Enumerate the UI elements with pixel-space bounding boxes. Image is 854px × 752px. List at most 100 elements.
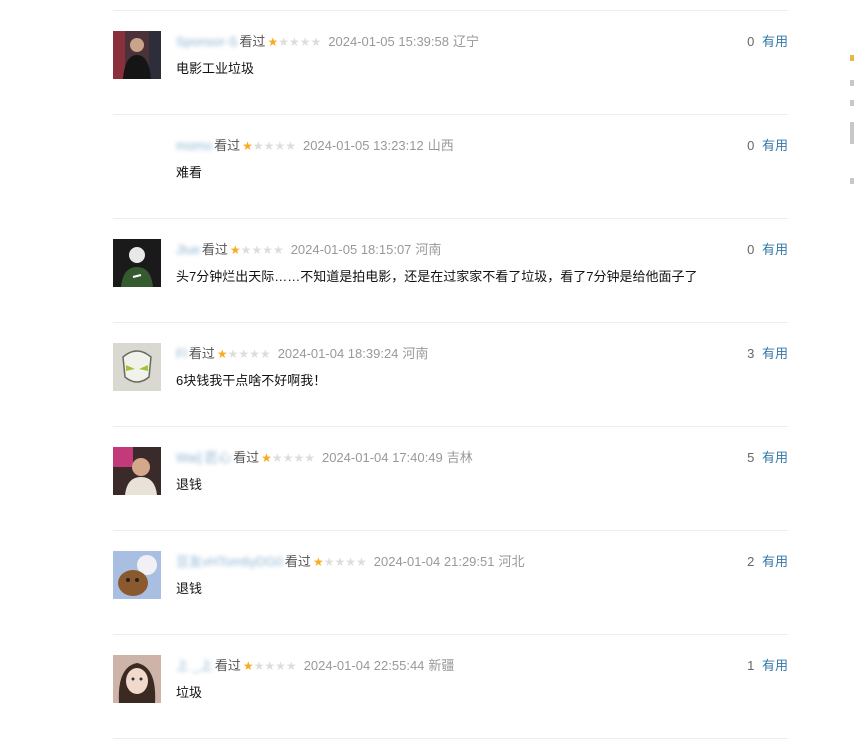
useful-vote-button[interactable]: 有用 <box>762 450 788 465</box>
comment-location: 新疆 <box>428 658 455 673</box>
vote-count: 1 <box>747 658 755 673</box>
comment-info: 豆友vHTom6yDG0 看过 ★ ★ ★ ★ ★ 2024-01-04 21:… <box>176 554 525 570</box>
username-link[interactable]: Jlue <box>176 242 200 258</box>
rating-stars: ★ ★ ★ ★ ★ <box>267 36 321 48</box>
comment-time: 2024-01-05 15:39:58 <box>328 34 449 49</box>
avatar[interactable] <box>113 31 161 79</box>
watch-status: 看过 <box>188 346 215 361</box>
comment-time: 2024-01-04 17:40:49 <box>321 450 443 465</box>
username-link[interactable]: Wai] 匠心 <box>176 450 231 466</box>
star-empty-icon: ★ <box>264 659 276 673</box>
avatar[interactable] <box>113 655 161 703</box>
avatar[interactable] <box>113 447 161 495</box>
comment-time: 2024-01-04 22:55:44 <box>303 658 425 673</box>
comment-text: 电影工业垃圾 <box>176 61 255 76</box>
comment-text: 退钱 <box>176 477 203 492</box>
rating-stars: ★ ★ ★ ★ ★ <box>243 660 297 672</box>
watch-status: 看过 <box>284 554 311 569</box>
star-empty-icon: ★ <box>275 659 286 673</box>
comment-info: Wai] 匠心 看过 ★ ★ ★ ★ ★ 2024-01-04 17:40:49… <box>176 450 473 466</box>
star-empty-icon: ★ <box>356 555 367 569</box>
watch-status: 看过 <box>214 658 241 673</box>
comment-item: momo 看过 ★ ★ ★ ★ ★ 2024-01-05 13:23:12 山西… <box>113 115 788 219</box>
comment-info: Jlue 看过 ★ ★ ★ ★ ★ 2024-01-05 18:15:07 河南 <box>176 242 441 258</box>
watch-status: 看过 <box>214 138 241 153</box>
comment-time: 2024-01-05 18:15:07 <box>290 242 412 257</box>
comment-text: 退钱 <box>176 581 203 596</box>
star-filled-icon: ★ <box>242 139 253 153</box>
star-empty-icon: ★ <box>253 659 265 673</box>
comment-info: momo 看过 ★ ★ ★ ★ ★ 2024-01-05 13:23:12 山西 <box>176 138 454 154</box>
comment-time: 2024-01-04 18:39:24 <box>277 346 399 361</box>
username-link[interactable]: momo <box>176 138 212 154</box>
useful-vote: 0 有用 <box>747 138 788 154</box>
useful-vote-button[interactable]: 有用 <box>762 658 788 673</box>
star-empty-icon: ★ <box>252 139 264 153</box>
star-empty-icon: ★ <box>249 347 260 361</box>
comment-text: 垃圾 <box>176 685 203 700</box>
star-empty-icon: ★ <box>285 659 297 673</box>
avatar[interactable] <box>113 551 161 599</box>
sidebar-edge-fragment <box>850 178 854 184</box>
comment-time: 2024-01-04 21:29:51 <box>373 554 495 569</box>
comment-text: 难看 <box>176 165 203 180</box>
sidebar-edge-fragment <box>850 80 854 86</box>
vote-count: 0 <box>747 34 755 49</box>
sidebar-edge-fragment <box>850 55 854 61</box>
username-link[interactable]: 上 _上 <box>176 658 213 674</box>
star-empty-icon: ★ <box>263 139 275 153</box>
username-link[interactable]: 豆友vHTom6yDG0 <box>176 554 283 570</box>
star-empty-icon: ★ <box>310 35 322 49</box>
watch-status: 看过 <box>233 450 260 465</box>
star-empty-icon: ★ <box>323 555 335 569</box>
star-empty-icon: ★ <box>240 243 252 257</box>
star-empty-icon: ★ <box>299 35 311 49</box>
vote-count: 3 <box>747 346 755 361</box>
star-empty-icon: ★ <box>251 243 263 257</box>
comment-item: 上 _上 看过 ★ ★ ★ ★ ★ 2024-01-04 22:55:44 新疆… <box>113 635 788 739</box>
star-empty-icon: ★ <box>278 35 289 49</box>
star-empty-icon: ★ <box>345 555 356 569</box>
useful-vote-button[interactable]: 有用 <box>762 554 788 569</box>
star-filled-icon: ★ <box>229 243 241 257</box>
star-empty-icon: ★ <box>288 35 300 49</box>
vote-count: 0 <box>747 138 755 153</box>
comment-item: 豆友vHTom6yDG0 看过 ★ ★ ★ ★ ★ 2024-01-04 21:… <box>113 531 788 635</box>
comment-text: 6块钱我干点啥不好啊我！ <box>176 373 327 388</box>
watch-status: 看过 <box>239 34 266 49</box>
useful-vote-button[interactable]: 有用 <box>762 242 788 257</box>
comment-location: 山西 <box>427 138 454 153</box>
useful-vote-button[interactable]: 有用 <box>762 34 788 49</box>
vote-count: 2 <box>747 554 755 569</box>
comment-location: 河北 <box>498 554 525 569</box>
star-empty-icon: ★ <box>262 243 273 257</box>
comment-item: Fl 看过 ★ ★ ★ ★ ★ 2024-01-04 18:39:24 河南 3… <box>113 323 788 427</box>
comment-info: Sponsor-S 看过 ★ ★ ★ ★ ★ 2024-01-05 15:39:… <box>176 34 479 50</box>
comment-text: 头7分钟烂出天际……不知道是拍电影，还是在过家家不看了垃圾，看了7分钟是给他面子… <box>176 269 698 284</box>
comment-info: Fl 看过 ★ ★ ★ ★ ★ 2024-01-04 18:39:24 河南 <box>176 346 428 362</box>
sidebar-edge-fragment <box>850 122 854 144</box>
rating-stars: ★ ★ ★ ★ ★ <box>313 556 367 568</box>
comment-item: Sponsor-S 看过 ★ ★ ★ ★ ★ 2024-01-05 15:39:… <box>113 11 788 115</box>
star-empty-icon: ★ <box>259 347 271 361</box>
comment-time: 2024-01-05 13:23:12 <box>302 138 424 153</box>
star-empty-icon: ★ <box>334 555 346 569</box>
rating-stars: ★ ★ ★ ★ ★ <box>261 452 315 464</box>
comment-list: Sponsor-S 看过 ★ ★ ★ ★ ★ 2024-01-05 15:39:… <box>113 10 788 739</box>
star-empty-icon: ★ <box>274 139 286 153</box>
username-link[interactable]: Sponsor-S <box>176 34 237 50</box>
useful-vote-button[interactable]: 有用 <box>762 346 788 361</box>
username-link[interactable]: Fl <box>176 346 187 362</box>
useful-vote: 5 有用 <box>747 450 788 466</box>
useful-vote-button[interactable]: 有用 <box>762 138 788 153</box>
comment-location: 河南 <box>415 242 442 257</box>
rating-stars: ★ ★ ★ ★ ★ <box>217 348 271 360</box>
star-filled-icon: ★ <box>312 555 324 569</box>
avatar[interactable] <box>113 343 161 391</box>
avatar[interactable] <box>113 239 161 287</box>
star-filled-icon: ★ <box>267 35 279 49</box>
star-empty-icon: ★ <box>293 451 305 465</box>
comment-location: 河南 <box>402 346 429 361</box>
avatar[interactable] <box>113 135 161 183</box>
vote-count: 0 <box>747 242 755 257</box>
